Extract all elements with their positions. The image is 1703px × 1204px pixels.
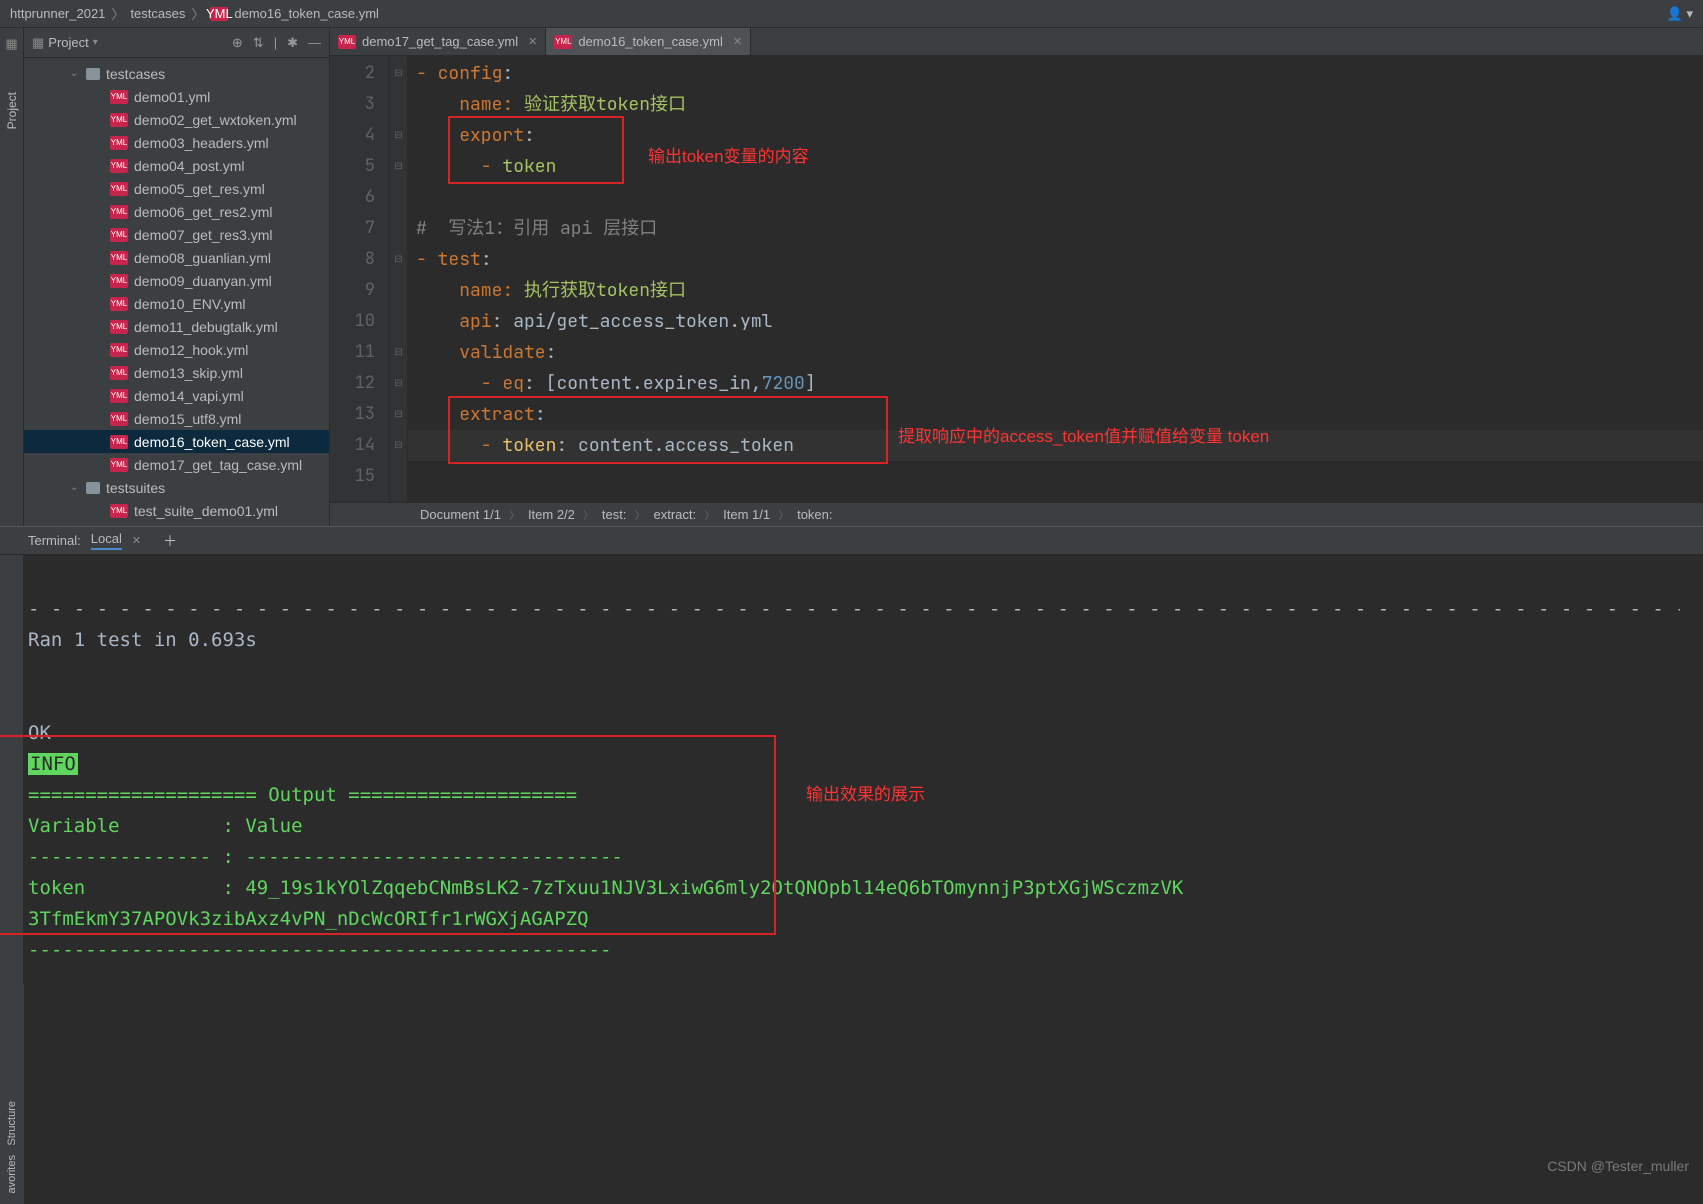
yml-file-icon: YML [110, 251, 128, 265]
yml-file-icon: YML [110, 297, 128, 311]
yml-file-icon: YML [110, 435, 128, 449]
gear-icon[interactable]: ✱ [287, 35, 298, 51]
breadcrumb-file[interactable]: demo16_token_case.yml [234, 6, 379, 21]
terminal-tab-local[interactable]: Local [91, 531, 122, 550]
tree-folder-testsuites[interactable]: ⌄ testsuites [24, 476, 329, 499]
project-title[interactable]: Project [48, 35, 88, 50]
tree-file[interactable]: YMLdemo08_guanlian.yml [24, 246, 329, 269]
yml-file-icon: YML [110, 113, 128, 127]
yml-file-icon: YML [110, 159, 128, 173]
divider-icon: | [274, 35, 277, 51]
tree-file[interactable]: YMLdemo10_ENV.yml [24, 292, 329, 315]
yml-file-icon: YML [110, 320, 128, 334]
minimize-icon[interactable]: — [308, 35, 321, 51]
project-panel: ▦ Project ▾ ⊕ ⇅ | ✱ — ⌄ testcases YMLdem… [24, 28, 330, 526]
editor-breadcrumb[interactable]: Document 1/1〉 Item 2/2〉 test:〉 extract:〉… [330, 502, 1703, 526]
annotation-extract-comment: 提取响应中的access_token值并赋值给变量 token [898, 422, 1269, 447]
tree-file[interactable]: YMLdemo07_get_res3.yml [24, 223, 329, 246]
chevron-right-icon: 〉 [111, 4, 124, 23]
yml-file-icon: YML [110, 136, 128, 150]
yml-file-icon: YML [110, 205, 128, 219]
editor-body[interactable]: 234 567 8910 111213 1415 ⊟⊟ ⊟ ⊟ ⊟⊟⊟ ⊟ - … [330, 56, 1703, 502]
tree-file[interactable]: YMLtest_suite_demo01.yml [24, 499, 329, 522]
tree-file[interactable]: YMLdemo11_debugtalk.yml [24, 315, 329, 338]
yml-file-icon: YML [110, 412, 128, 426]
tree-folder-testcases[interactable]: ⌄ testcases [24, 62, 329, 85]
chevron-right-icon: 〉 [191, 4, 204, 23]
annotation-box-output [0, 735, 776, 935]
breadcrumb-root[interactable]: httprunner_2021 [10, 6, 105, 21]
user-icon[interactable]: 👤 ▾ [1667, 6, 1693, 22]
yml-file-icon: YML [110, 504, 128, 518]
chevron-down-icon[interactable]: ⌄ [70, 482, 80, 493]
annotation-output-comment: 输出效果的展示 [806, 779, 925, 810]
tree-file[interactable]: YMLdemo06_get_res2.yml [24, 200, 329, 223]
terminal-label: Terminal: [28, 533, 81, 548]
terminal-tabs: Terminal: Local ✕ ＋ [0, 527, 1703, 555]
chevron-down-icon[interactable]: ⌄ [70, 68, 80, 79]
close-icon[interactable]: ✕ [132, 534, 141, 547]
yml-file-icon: YML [110, 458, 128, 472]
yml-file-icon: YML [110, 389, 128, 403]
tree-file[interactable]: YMLdemo03_headers.yml [24, 131, 329, 154]
project-rail-label[interactable]: Project [5, 92, 19, 129]
close-icon[interactable]: ✕ [528, 35, 537, 48]
tree-file[interactable]: YMLdemo09_duanyan.yml [24, 269, 329, 292]
terminal-panel: Terminal: Local ✕ ＋ - - - - - - - - - - … [0, 526, 1703, 1180]
titlebar: httprunner_2021 〉 testcases 〉 YML demo16… [0, 0, 1703, 28]
new-terminal-icon[interactable]: ＋ [163, 531, 177, 551]
yml-file-icon: YML [110, 366, 128, 380]
structure-rail-label[interactable]: Structure [6, 1101, 18, 1146]
bottom-tool-rail: Structure avorites [0, 984, 24, 1204]
tree-file[interactable]: YMLdemo04_post.yml [24, 154, 329, 177]
watermark: CSDN @Tester_muller [1547, 1158, 1689, 1174]
tree-file[interactable]: YMLdemo02_get_wxtoken.yml [24, 108, 329, 131]
tree-file[interactable]: YMLdemo17_get_tag_case.yml [24, 453, 329, 476]
tree-file[interactable]: YMLdemo14_vapi.yml [24, 384, 329, 407]
tree-file[interactable]: YMLdemo13_skip.yml [24, 361, 329, 384]
yml-file-icon: YML [110, 274, 128, 288]
annotation-export-comment: 输出token变量的内容 [648, 142, 809, 167]
dropdown-icon[interactable]: ▦ [32, 35, 44, 51]
code-content[interactable]: - config: name: 验证获取token接口 export: - to… [408, 56, 1703, 502]
favorites-rail-label[interactable]: avorites [6, 1155, 18, 1194]
yml-file-icon: YML [110, 182, 128, 196]
terminal-output[interactable]: - - - - - - - - - - - - - - - - - - - - … [0, 555, 1680, 1098]
folder-icon [86, 68, 100, 80]
tree-file[interactable]: YMLdemo05_get_res.yml [24, 177, 329, 200]
yml-file-icon: YML [554, 35, 572, 49]
folder-icon [86, 482, 100, 494]
editor-area: YML demo17_get_tag_case.yml ✕ YML demo16… [330, 28, 1703, 526]
tree-file[interactable]: YMLdemo01.yml [24, 85, 329, 108]
yml-file-icon: YML [110, 343, 128, 357]
editor-tab[interactable]: YML demo17_get_tag_case.yml ✕ [330, 28, 546, 55]
project-header: ▦ Project ▾ ⊕ ⇅ | ✱ — [24, 28, 329, 58]
close-icon[interactable]: ✕ [733, 35, 742, 48]
yml-file-icon: YML [110, 90, 128, 104]
chevron-down-icon[interactable]: ▾ [93, 37, 98, 48]
locate-icon[interactable]: ⊕ [232, 35, 243, 51]
project-tree[interactable]: ⌄ testcases YMLdemo01.yml YMLdemo02_get_… [24, 58, 329, 526]
expand-icon[interactable]: ⇅ [253, 35, 264, 51]
breadcrumb-folder[interactable]: testcases [130, 6, 185, 21]
fold-gutter: ⊟⊟ ⊟ ⊟ ⊟⊟⊟ ⊟ [390, 56, 408, 502]
yml-file-icon: YML [210, 7, 228, 21]
tree-file-selected[interactable]: YMLdemo16_token_case.yml [24, 430, 329, 453]
left-tool-rail: ▦ Project [0, 28, 24, 526]
breadcrumb[interactable]: httprunner_2021 〉 testcases 〉 YML demo16… [10, 4, 379, 23]
line-gutter: 234 567 8910 111213 1415 [330, 56, 390, 502]
editor-tabs: YML demo17_get_tag_case.yml ✕ YML demo16… [330, 28, 1703, 56]
collapse-icon[interactable]: ▦ [5, 36, 17, 52]
yml-file-icon: YML [110, 228, 128, 242]
editor-tab-active[interactable]: YML demo16_token_case.yml ✕ [546, 28, 751, 55]
tree-file[interactable]: YMLdemo12_hook.yml [24, 338, 329, 361]
yml-file-icon: YML [338, 35, 356, 49]
tree-file[interactable]: YMLdemo15_utf8.yml [24, 407, 329, 430]
